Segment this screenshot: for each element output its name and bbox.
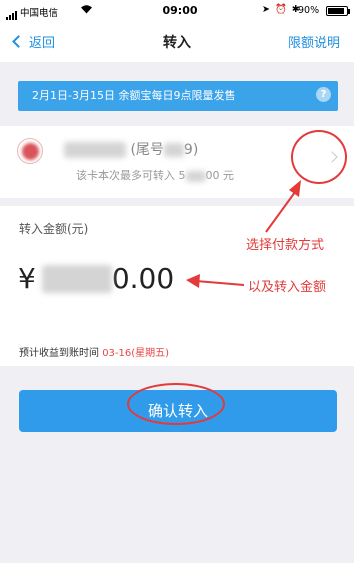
annotation-amount: 以及转入金额 bbox=[248, 280, 327, 295]
annotation-choose-payment: 选择付款方式 bbox=[246, 238, 325, 253]
